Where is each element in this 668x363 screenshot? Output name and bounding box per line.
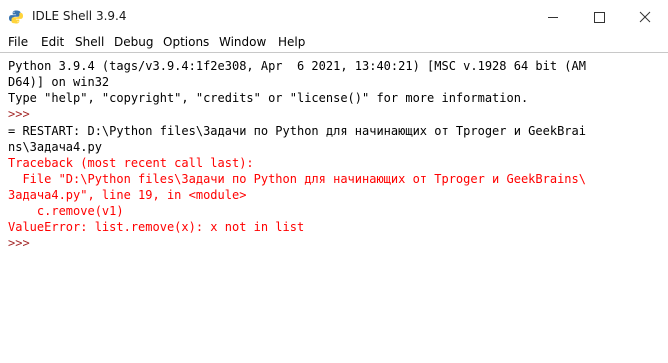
menu-debug[interactable]: Debug bbox=[114, 35, 153, 49]
shell-prompt[interactable]: >>> bbox=[8, 235, 30, 251]
traceback-line: Traceback (most recent call last): bbox=[8, 156, 254, 170]
restart-line: = RESTART: D:\Python files\Задачи по Pyt… bbox=[8, 124, 586, 138]
banner-line: D64)] on win32 bbox=[8, 75, 110, 89]
maximize-icon bbox=[594, 12, 605, 23]
menu-shell[interactable]: Shell bbox=[75, 35, 104, 49]
shell-text-area[interactable]: Python 3.9.4 (tags/v3.9.4:1f2e308, Apr 6… bbox=[0, 52, 668, 363]
banner-line: Python 3.9.4 (tags/v3.9.4:1f2e308, Apr 6… bbox=[8, 59, 586, 73]
menu-bar: File Edit Shell Debug Options Window Hel… bbox=[0, 34, 668, 52]
traceback-line: c.remove(v1) bbox=[8, 204, 124, 218]
idle-app-icon bbox=[8, 9, 24, 25]
menu-file[interactable]: File bbox=[8, 35, 28, 49]
menu-help[interactable]: Help bbox=[278, 35, 305, 49]
maximize-button[interactable] bbox=[576, 0, 622, 34]
menu-options[interactable]: Options bbox=[163, 35, 209, 49]
restart-line: ns\Задача4.py bbox=[8, 140, 102, 154]
close-button[interactable] bbox=[622, 0, 668, 34]
shell-prompt: >>> bbox=[8, 107, 30, 121]
title-bar[interactable]: IDLE Shell 3.9.4 bbox=[0, 0, 668, 34]
close-icon bbox=[639, 11, 651, 23]
minimize-icon bbox=[548, 17, 558, 18]
minimize-button[interactable] bbox=[530, 0, 576, 34]
banner-line: Type "help", "copyright", "credits" or "… bbox=[8, 91, 529, 105]
window-title: IDLE Shell 3.9.4 bbox=[32, 9, 127, 23]
error-message: ValueError: list.remove(x): x not in lis… bbox=[8, 220, 305, 234]
menu-edit[interactable]: Edit bbox=[41, 35, 64, 49]
menu-window[interactable]: Window bbox=[219, 35, 266, 49]
traceback-line: File "D:\Python files\Задачи по Python д… bbox=[8, 172, 586, 186]
traceback-line: Задача4.py", line 19, in <module> bbox=[8, 188, 247, 202]
